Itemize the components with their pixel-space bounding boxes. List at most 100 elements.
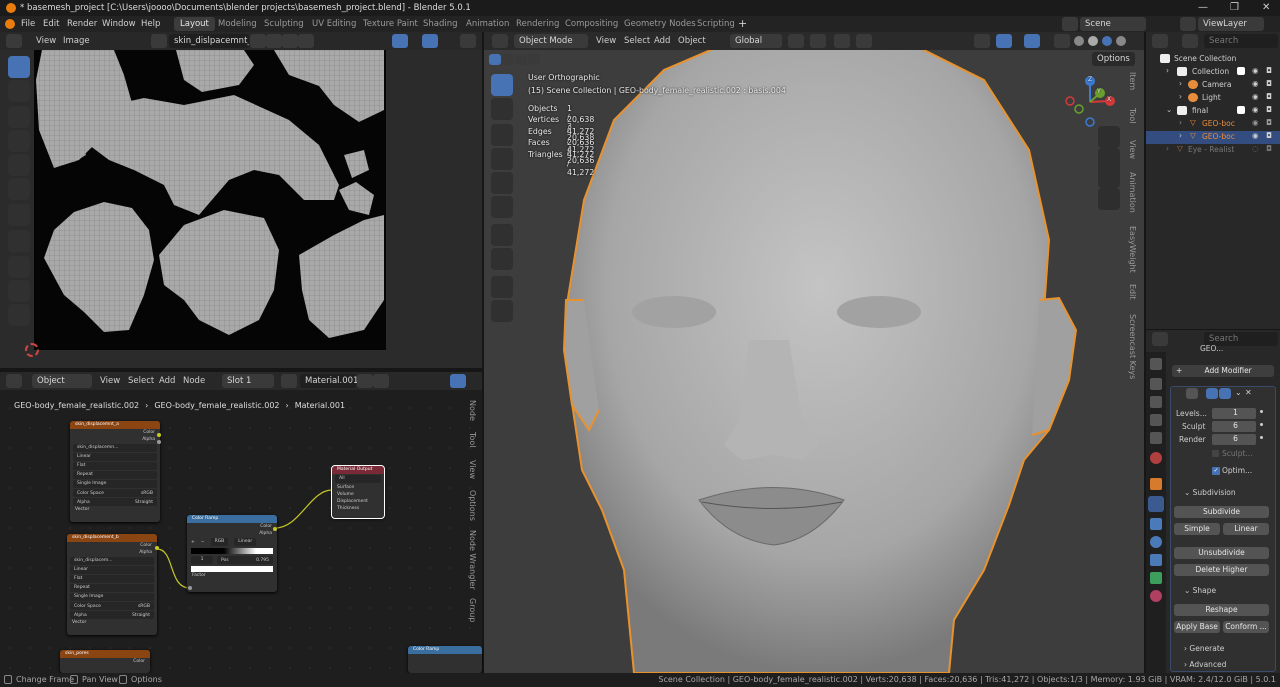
data-tab-icon[interactable] xyxy=(1150,572,1162,584)
expand-icon[interactable]: › xyxy=(1179,79,1182,88)
outliner-row[interactable]: › Camera ◉ ◘ xyxy=(1146,79,1280,92)
expand-icon[interactable]: › xyxy=(1179,92,1182,101)
solid-shading-icon[interactable] xyxy=(1088,36,1098,46)
pivot-point-icon[interactable] xyxy=(788,34,804,48)
advanced-subpanel[interactable]: › Advanced xyxy=(1184,660,1226,669)
zoom-icon[interactable] xyxy=(1098,126,1120,148)
node-menu-node[interactable]: Node xyxy=(183,376,205,386)
source-select[interactable]: Single Image xyxy=(70,593,154,601)
tab-rendering[interactable]: Rendering xyxy=(510,17,565,31)
editor-type-icon[interactable] xyxy=(6,374,22,388)
sidebar-tab-node-wrangler[interactable]: Node Wrangler xyxy=(468,530,477,590)
rendered-shading-icon[interactable] xyxy=(1116,36,1126,46)
outliner-row[interactable]: › Light ◉ ◘ xyxy=(1146,92,1280,105)
vp-menu-select[interactable]: Select xyxy=(624,36,650,46)
scale-tool[interactable] xyxy=(491,172,513,194)
color-mode-select[interactable]: RGB xyxy=(210,538,229,546)
rip-region-tool[interactable] xyxy=(8,230,30,252)
alpha-select[interactable]: Alpha Straight xyxy=(70,611,154,619)
display-mode-icon[interactable] xyxy=(1182,34,1198,48)
overlay-toggle-icon[interactable] xyxy=(1024,34,1040,48)
apply-base-button[interactable]: Apply Base xyxy=(1174,621,1220,633)
sidebar-tab-edit[interactable]: Edit xyxy=(1128,284,1137,300)
minimize-icon[interactable]: — xyxy=(1198,2,1208,13)
grab-tool[interactable] xyxy=(8,256,30,278)
interpolation-select[interactable]: Linear xyxy=(70,566,154,574)
select-extend-icon[interactable] xyxy=(502,54,514,65)
remove-stop-icon[interactable]: − xyxy=(201,540,205,545)
socket[interactable] xyxy=(273,527,277,531)
target-select[interactable]: All xyxy=(335,475,381,483)
subdivision-subpanel[interactable]: ⌄ Subdivision xyxy=(1184,488,1236,497)
outliner-row[interactable]: › ▽ Eye - Realist ◌ ◘ xyxy=(1146,144,1280,157)
extension-select[interactable]: Repeat xyxy=(73,471,157,479)
material-name-field[interactable]: Material.001 xyxy=(300,374,358,388)
pinch-tool[interactable] xyxy=(8,304,30,326)
reshape-button[interactable]: Reshape xyxy=(1174,604,1269,616)
node-menu-add[interactable]: Add xyxy=(159,376,175,386)
falloff-icon[interactable] xyxy=(856,34,872,48)
outliner-search[interactable]: Search xyxy=(1204,34,1278,48)
show-render-icon[interactable] xyxy=(1219,388,1231,399)
tool-tab-icon[interactable] xyxy=(1150,358,1162,370)
material-output-node[interactable]: Material Output All Surface Volume Displ… xyxy=(331,465,385,519)
scale-tool[interactable] xyxy=(8,154,30,176)
visibility-icon[interactable] xyxy=(974,34,990,48)
tab-texture-paint[interactable]: Texture Paint xyxy=(357,17,424,31)
output-tab-icon[interactable] xyxy=(1150,396,1162,408)
socket[interactable] xyxy=(157,440,161,444)
eye-icon[interactable]: ◉ xyxy=(1252,105,1259,114)
render-levels-field[interactable]: 6 xyxy=(1212,434,1256,445)
blender-menu-icon[interactable] xyxy=(5,19,15,29)
color-space-select[interactable]: Color Space sRGB xyxy=(70,602,154,610)
fake-user-icon[interactable] xyxy=(357,374,373,388)
wireframe-shading-icon[interactable] xyxy=(1074,36,1084,46)
remove-modifier-icon[interactable]: ✕ xyxy=(1245,388,1252,397)
expand-icon[interactable]: › xyxy=(1166,144,1169,153)
keyframe-dot-icon[interactable] xyxy=(1260,436,1263,439)
material-slot-select[interactable]: Slot 1 xyxy=(222,374,274,388)
delete-higher-button[interactable]: Delete Higher xyxy=(1174,564,1269,576)
duplicate-material-icon[interactable] xyxy=(373,374,389,388)
open-image-icon[interactable] xyxy=(282,34,298,48)
proportional-edit-icon[interactable] xyxy=(834,34,850,48)
cursor-tool[interactable] xyxy=(491,98,513,120)
linear-button[interactable]: Linear xyxy=(1223,523,1269,535)
node-overlay-icon[interactable] xyxy=(450,374,466,388)
scene-icon[interactable] xyxy=(1062,17,1078,31)
sidebar-tab-easyweight[interactable]: EasyWeight xyxy=(1128,226,1137,273)
outliner-row[interactable]: › Collection ◉ ◘ xyxy=(1146,66,1280,79)
rotate-tool[interactable] xyxy=(8,130,30,152)
socket[interactable] xyxy=(188,586,192,590)
optimal-display-checkbox[interactable]: ✓ xyxy=(1212,467,1220,475)
projection-select[interactable]: Flat xyxy=(73,462,157,470)
menu-file[interactable]: File xyxy=(21,19,35,29)
tab-uv-editing[interactable]: UV Editing xyxy=(306,17,362,31)
zoom-icon[interactable] xyxy=(455,56,477,78)
perspective-grid-icon[interactable] xyxy=(1098,188,1120,210)
measure-tool[interactable] xyxy=(491,248,513,270)
eye-icon[interactable]: ◉ xyxy=(1252,66,1259,75)
transform-tool[interactable] xyxy=(491,196,513,218)
menu-render[interactable]: Render xyxy=(67,19,97,29)
camera-render-icon[interactable]: ◘ xyxy=(1266,144,1272,153)
generate-subpanel[interactable]: › Generate xyxy=(1184,644,1224,653)
socket[interactable] xyxy=(155,546,159,550)
menu-edit[interactable]: Edit xyxy=(43,19,59,29)
color-ramp-node-2[interactable]: Color Ramp xyxy=(408,646,482,673)
add-object-tool[interactable] xyxy=(491,300,513,322)
camera-view-icon[interactable] xyxy=(1098,166,1120,188)
rotate-tool[interactable] xyxy=(491,148,513,170)
tab-animation[interactable]: Animation xyxy=(460,17,515,31)
view-layer-tab-icon[interactable] xyxy=(1150,414,1162,426)
snap-icon[interactable] xyxy=(810,34,826,48)
tab-scripting[interactable]: Scripting xyxy=(691,17,741,31)
select-box-tool[interactable] xyxy=(491,74,513,96)
eye-icon[interactable]: ◉ xyxy=(1252,118,1259,127)
camera-render-icon[interactable]: ◘ xyxy=(1266,105,1272,114)
vp-menu-object[interactable]: Object xyxy=(678,36,706,46)
vp-menu-view[interactable]: View xyxy=(596,36,616,46)
expand-icon[interactable]: › xyxy=(1179,118,1182,127)
sidebar-tab-node[interactable]: Node xyxy=(468,400,477,421)
fake-user-icon[interactable] xyxy=(250,34,266,48)
